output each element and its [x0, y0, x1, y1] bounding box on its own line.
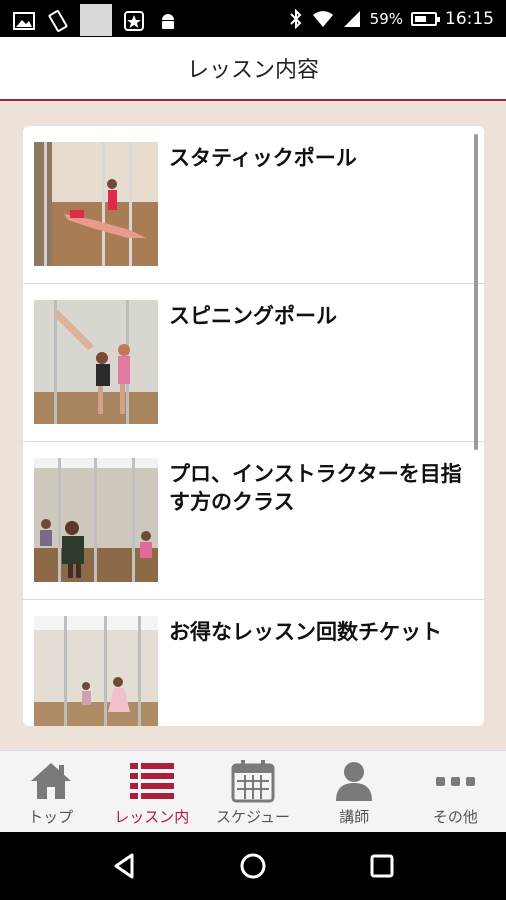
- lesson-title: スピニングポール: [169, 304, 337, 328]
- lesson-thumbnail: [34, 616, 158, 726]
- tab-lessons[interactable]: レッスン内: [101, 751, 202, 832]
- list-scrollbar[interactable]: [474, 134, 478, 450]
- clock: 16:15: [445, 8, 494, 29]
- recents-button[interactable]: [362, 846, 402, 886]
- more-icon: [436, 777, 476, 786]
- page-title: レッスン内容: [186, 58, 319, 83]
- lesson-thumbnail: [34, 300, 158, 424]
- tab-schedule[interactable]: スケジュー: [202, 751, 303, 832]
- signal-icon: [343, 10, 360, 27]
- lesson-thumbnail: [34, 458, 158, 582]
- app-notification-icon: [124, 11, 144, 31]
- lesson-item-spinning-pole[interactable]: スピニングポール: [23, 284, 484, 442]
- battery-percent: 59%: [369, 9, 403, 28]
- home-icon: [30, 763, 71, 799]
- rotation-icon: [48, 10, 68, 32]
- image-icon: [13, 12, 35, 30]
- back-icon: [114, 853, 134, 879]
- list-icon: [129, 763, 174, 799]
- tab-label: スケジュー: [216, 808, 290, 826]
- lesson-item-pro-instructor-class[interactable]: プロ、インストラクターを目指す方のクラス: [23, 442, 484, 600]
- back-button[interactable]: [104, 846, 144, 886]
- lesson-title: お得なレッスン回数チケット: [169, 620, 442, 644]
- lesson-title: プロ、インストラクターを目指す方のクラス: [169, 462, 462, 514]
- lesson-list[interactable]: スタティックポール スピニングポール プロ、インストラクターを目指す方のクラス …: [23, 126, 484, 726]
- lesson-thumbnail: [34, 142, 158, 266]
- bottom-tab-bar: トップ レッスン内 スケジュー 講師 その他: [0, 750, 506, 832]
- bluetooth-icon: [289, 8, 302, 29]
- tab-instructors[interactable]: 講師: [304, 751, 405, 832]
- lesson-item-static-pole[interactable]: スタティックポール: [23, 126, 484, 284]
- calendar-icon: [231, 760, 275, 803]
- home-button[interactable]: [233, 846, 273, 886]
- person-icon: [336, 762, 373, 801]
- tab-label: トップ: [28, 808, 74, 826]
- battery-icon: [411, 11, 440, 26]
- tab-label: その他: [432, 808, 478, 826]
- tab-label: レッスン内: [114, 808, 190, 826]
- tab-more[interactable]: その他: [405, 751, 506, 832]
- tab-top[interactable]: トップ: [0, 751, 101, 832]
- lesson-title: スタティックポール: [169, 146, 357, 170]
- android-icon: [162, 14, 174, 29]
- system-nav-bar: [0, 832, 506, 900]
- home-circle-icon: [240, 853, 266, 879]
- recents-icon: [370, 854, 394, 878]
- status-bar: 59% 16:15: [0, 0, 506, 37]
- app-header: レッスン内容: [0, 37, 506, 101]
- tab-label: 講師: [339, 808, 370, 826]
- notification-block: [80, 4, 112, 36]
- lesson-item-ticket[interactable]: お得なレッスン回数チケット: [23, 600, 484, 726]
- wifi-icon: [312, 10, 333, 27]
